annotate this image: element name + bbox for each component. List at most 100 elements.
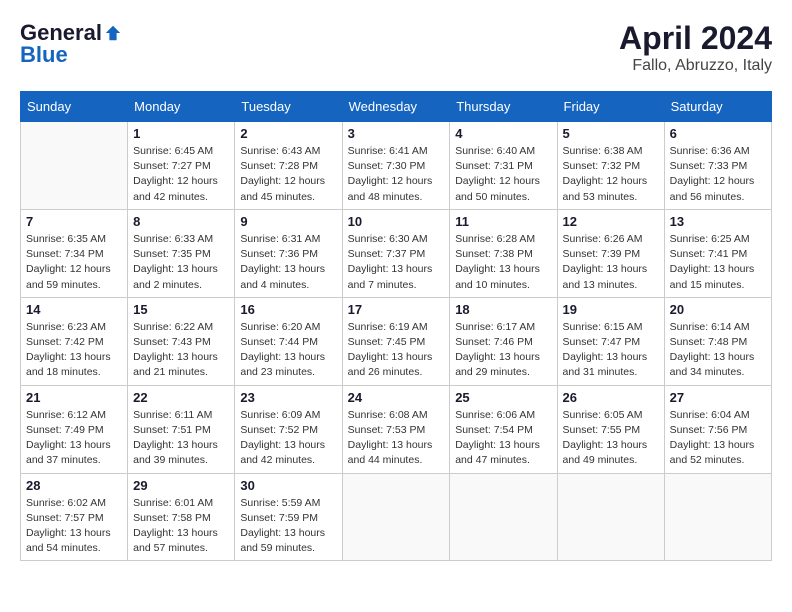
day-header-saturday: Saturday (664, 92, 771, 122)
day-info: Sunrise: 6:25 AMSunset: 7:41 PMDaylight:… (670, 232, 766, 293)
calendar-cell: 20 Sunrise: 6:14 AMSunset: 7:48 PMDayligh… (664, 297, 771, 385)
calendar-week-row: 28Sunrise: 6:02 AMSunset: 7:57 PMDayligh… (21, 473, 772, 561)
day-number: 18 (455, 302, 551, 317)
calendar-cell: 4Sunrise: 6:40 AMSunset: 7:31 PMDaylight… (450, 122, 557, 210)
day-header-friday: Friday (557, 92, 664, 122)
calendar-cell: 23Sunrise: 6:09 AMSunset: 7:52 PMDayligh… (235, 385, 342, 473)
day-info: Sunrise: 6:06 AMSunset: 7:54 PMDaylight:… (455, 408, 551, 469)
logo: General Blue (20, 20, 122, 68)
calendar-cell: 30 Sunrise: 5:59 AMSunset: 7:59 PMDayligh… (235, 473, 342, 561)
day-info: Sunrise: 6:02 AMSunset: 7:57 PMDaylight:… (26, 496, 122, 557)
calendar-cell: 13 Sunrise: 6:25 AMSunset: 7:41 PMDayligh… (664, 209, 771, 297)
day-info: Sunrise: 6:19 AMSunset: 7:45 PMDaylight:… (348, 320, 445, 381)
day-info: Sunrise: 6:14 AMSunset: 7:48 PMDaylight:… (670, 320, 766, 381)
day-number: 10 (348, 214, 445, 229)
day-number: 7 (26, 214, 122, 229)
calendar-week-row: 7 Sunrise: 6:35 AMSunset: 7:34 PMDaylight… (21, 209, 772, 297)
logo-blue-text: Blue (20, 42, 68, 68)
calendar-cell: 25 Sunrise: 6:06 AMSunset: 7:54 PMDayligh… (450, 385, 557, 473)
calendar-cell: 9 Sunrise: 6:31 AMSunset: 7:36 PMDaylight… (235, 209, 342, 297)
day-number: 5 (563, 126, 659, 141)
day-info: Sunrise: 6:38 AMSunset: 7:32 PMDaylight:… (563, 144, 659, 205)
calendar-cell: 14Sunrise: 6:23 AMSunset: 7:42 PMDayligh… (21, 297, 128, 385)
calendar-cell (450, 473, 557, 561)
day-number: 13 (670, 214, 766, 229)
day-info: Sunrise: 6:04 AMSunset: 7:56 PMDaylight:… (670, 408, 766, 469)
day-number: 19 (563, 302, 659, 317)
day-info: Sunrise: 6:08 AMSunset: 7:53 PMDaylight:… (348, 408, 445, 469)
calendar-cell: 19 Sunrise: 6:15 AMSunset: 7:47 PMDayligh… (557, 297, 664, 385)
day-number: 12 (563, 214, 659, 229)
day-number: 24 (348, 390, 445, 405)
day-info: Sunrise: 6:45 AMSunset: 7:27 PMDaylight:… (133, 144, 229, 205)
calendar-cell: 10 Sunrise: 6:30 AMSunset: 7:37 PMDayligh… (342, 209, 450, 297)
day-number: 22 (133, 390, 229, 405)
day-header-sunday: Sunday (21, 92, 128, 122)
calendar-cell: 17 Sunrise: 6:19 AMSunset: 7:45 PMDayligh… (342, 297, 450, 385)
day-number: 26 (563, 390, 659, 405)
calendar-cell: 24 Sunrise: 6:08 AMSunset: 7:53 PMDayligh… (342, 385, 450, 473)
day-number: 15 (133, 302, 229, 317)
day-info: Sunrise: 6:05 AMSunset: 7:55 PMDaylight:… (563, 408, 659, 469)
page-header: General Blue April 2024 Fallo, Abruzzo, … (20, 20, 772, 75)
day-header-thursday: Thursday (450, 92, 557, 122)
calendar-week-row: 14Sunrise: 6:23 AMSunset: 7:42 PMDayligh… (21, 297, 772, 385)
day-info: Sunrise: 6:20 AMSunset: 7:44 PMDaylight:… (240, 320, 336, 381)
month-title: April 2024 (619, 20, 772, 57)
day-info: Sunrise: 6:01 AMSunset: 7:58 PMDaylight:… (133, 496, 229, 557)
calendar-cell: 21 Sunrise: 6:12 AMSunset: 7:49 PMDayligh… (21, 385, 128, 473)
day-number: 21 (26, 390, 122, 405)
day-number: 3 (348, 126, 445, 141)
calendar-cell: 3Sunrise: 6:41 AMSunset: 7:30 PMDaylight… (342, 122, 450, 210)
calendar-cell: 28Sunrise: 6:02 AMSunset: 7:57 PMDayligh… (21, 473, 128, 561)
day-number: 25 (455, 390, 551, 405)
day-info: Sunrise: 6:30 AMSunset: 7:37 PMDaylight:… (348, 232, 445, 293)
calendar-cell: 7 Sunrise: 6:35 AMSunset: 7:34 PMDaylight… (21, 209, 128, 297)
day-info: Sunrise: 6:15 AMSunset: 7:47 PMDaylight:… (563, 320, 659, 381)
day-number: 20 (670, 302, 766, 317)
day-header-wednesday: Wednesday (342, 92, 450, 122)
calendar-cell: 18 Sunrise: 6:17 AMSunset: 7:46 PMDayligh… (450, 297, 557, 385)
day-info: Sunrise: 6:28 AMSunset: 7:38 PMDaylight:… (455, 232, 551, 293)
day-number: 17 (348, 302, 445, 317)
calendar-cell (557, 473, 664, 561)
day-info: Sunrise: 6:17 AMSunset: 7:46 PMDaylight:… (455, 320, 551, 381)
day-number: 11 (455, 214, 551, 229)
day-info: Sunrise: 6:35 AMSunset: 7:34 PMDaylight:… (26, 232, 122, 293)
day-number: 2 (240, 126, 336, 141)
day-number: 8 (133, 214, 229, 229)
day-info: Sunrise: 6:11 AMSunset: 7:51 PMDaylight:… (133, 408, 229, 469)
day-number: 6 (670, 126, 766, 141)
calendar-cell: 29 Sunrise: 6:01 AMSunset: 7:58 PMDayligh… (128, 473, 235, 561)
logo-icon (104, 24, 122, 42)
calendar-cell: 6 Sunrise: 6:36 AMSunset: 7:33 PMDaylight… (664, 122, 771, 210)
calendar-week-row: 21 Sunrise: 6:12 AMSunset: 7:49 PMDayligh… (21, 385, 772, 473)
calendar-cell: 15 Sunrise: 6:22 AMSunset: 7:43 PMDayligh… (128, 297, 235, 385)
day-info: Sunrise: 6:40 AMSunset: 7:31 PMDaylight:… (455, 144, 551, 205)
calendar-cell: 1 Sunrise: 6:45 AMSunset: 7:27 PMDaylight… (128, 122, 235, 210)
calendar-cell: 16Sunrise: 6:20 AMSunset: 7:44 PMDayligh… (235, 297, 342, 385)
calendar-cell (21, 122, 128, 210)
calendar-cell: 2 Sunrise: 6:43 AMSunset: 7:28 PMDaylight… (235, 122, 342, 210)
calendar-cell: 5 Sunrise: 6:38 AMSunset: 7:32 PMDaylight… (557, 122, 664, 210)
calendar-table: SundayMondayTuesdayWednesdayThursdayFrid… (20, 91, 772, 561)
calendar-cell: 8 Sunrise: 6:33 AMSunset: 7:35 PMDaylight… (128, 209, 235, 297)
day-number: 27 (670, 390, 766, 405)
day-number: 30 (240, 478, 336, 493)
calendar-cell: 22 Sunrise: 6:11 AMSunset: 7:51 PMDayligh… (128, 385, 235, 473)
day-number: 29 (133, 478, 229, 493)
day-info: Sunrise: 5:59 AMSunset: 7:59 PMDaylight:… (240, 496, 336, 557)
calendar-cell: 11 Sunrise: 6:28 AMSunset: 7:38 PMDayligh… (450, 209, 557, 297)
day-info: Sunrise: 6:22 AMSunset: 7:43 PMDaylight:… (133, 320, 229, 381)
day-number: 9 (240, 214, 336, 229)
day-number: 1 (133, 126, 229, 141)
calendar-cell: 27 Sunrise: 6:04 AMSunset: 7:56 PMDayligh… (664, 385, 771, 473)
day-info: Sunrise: 6:12 AMSunset: 7:49 PMDaylight:… (26, 408, 122, 469)
title-block: April 2024 Fallo, Abruzzo, Italy (619, 20, 772, 75)
calendar-cell: 12Sunrise: 6:26 AMSunset: 7:39 PMDayligh… (557, 209, 664, 297)
day-info: Sunrise: 6:31 AMSunset: 7:36 PMDaylight:… (240, 232, 336, 293)
calendar-cell (664, 473, 771, 561)
day-info: Sunrise: 6:43 AMSunset: 7:28 PMDaylight:… (240, 144, 336, 205)
day-info: Sunrise: 6:36 AMSunset: 7:33 PMDaylight:… (670, 144, 766, 205)
day-info: Sunrise: 6:33 AMSunset: 7:35 PMDaylight:… (133, 232, 229, 293)
